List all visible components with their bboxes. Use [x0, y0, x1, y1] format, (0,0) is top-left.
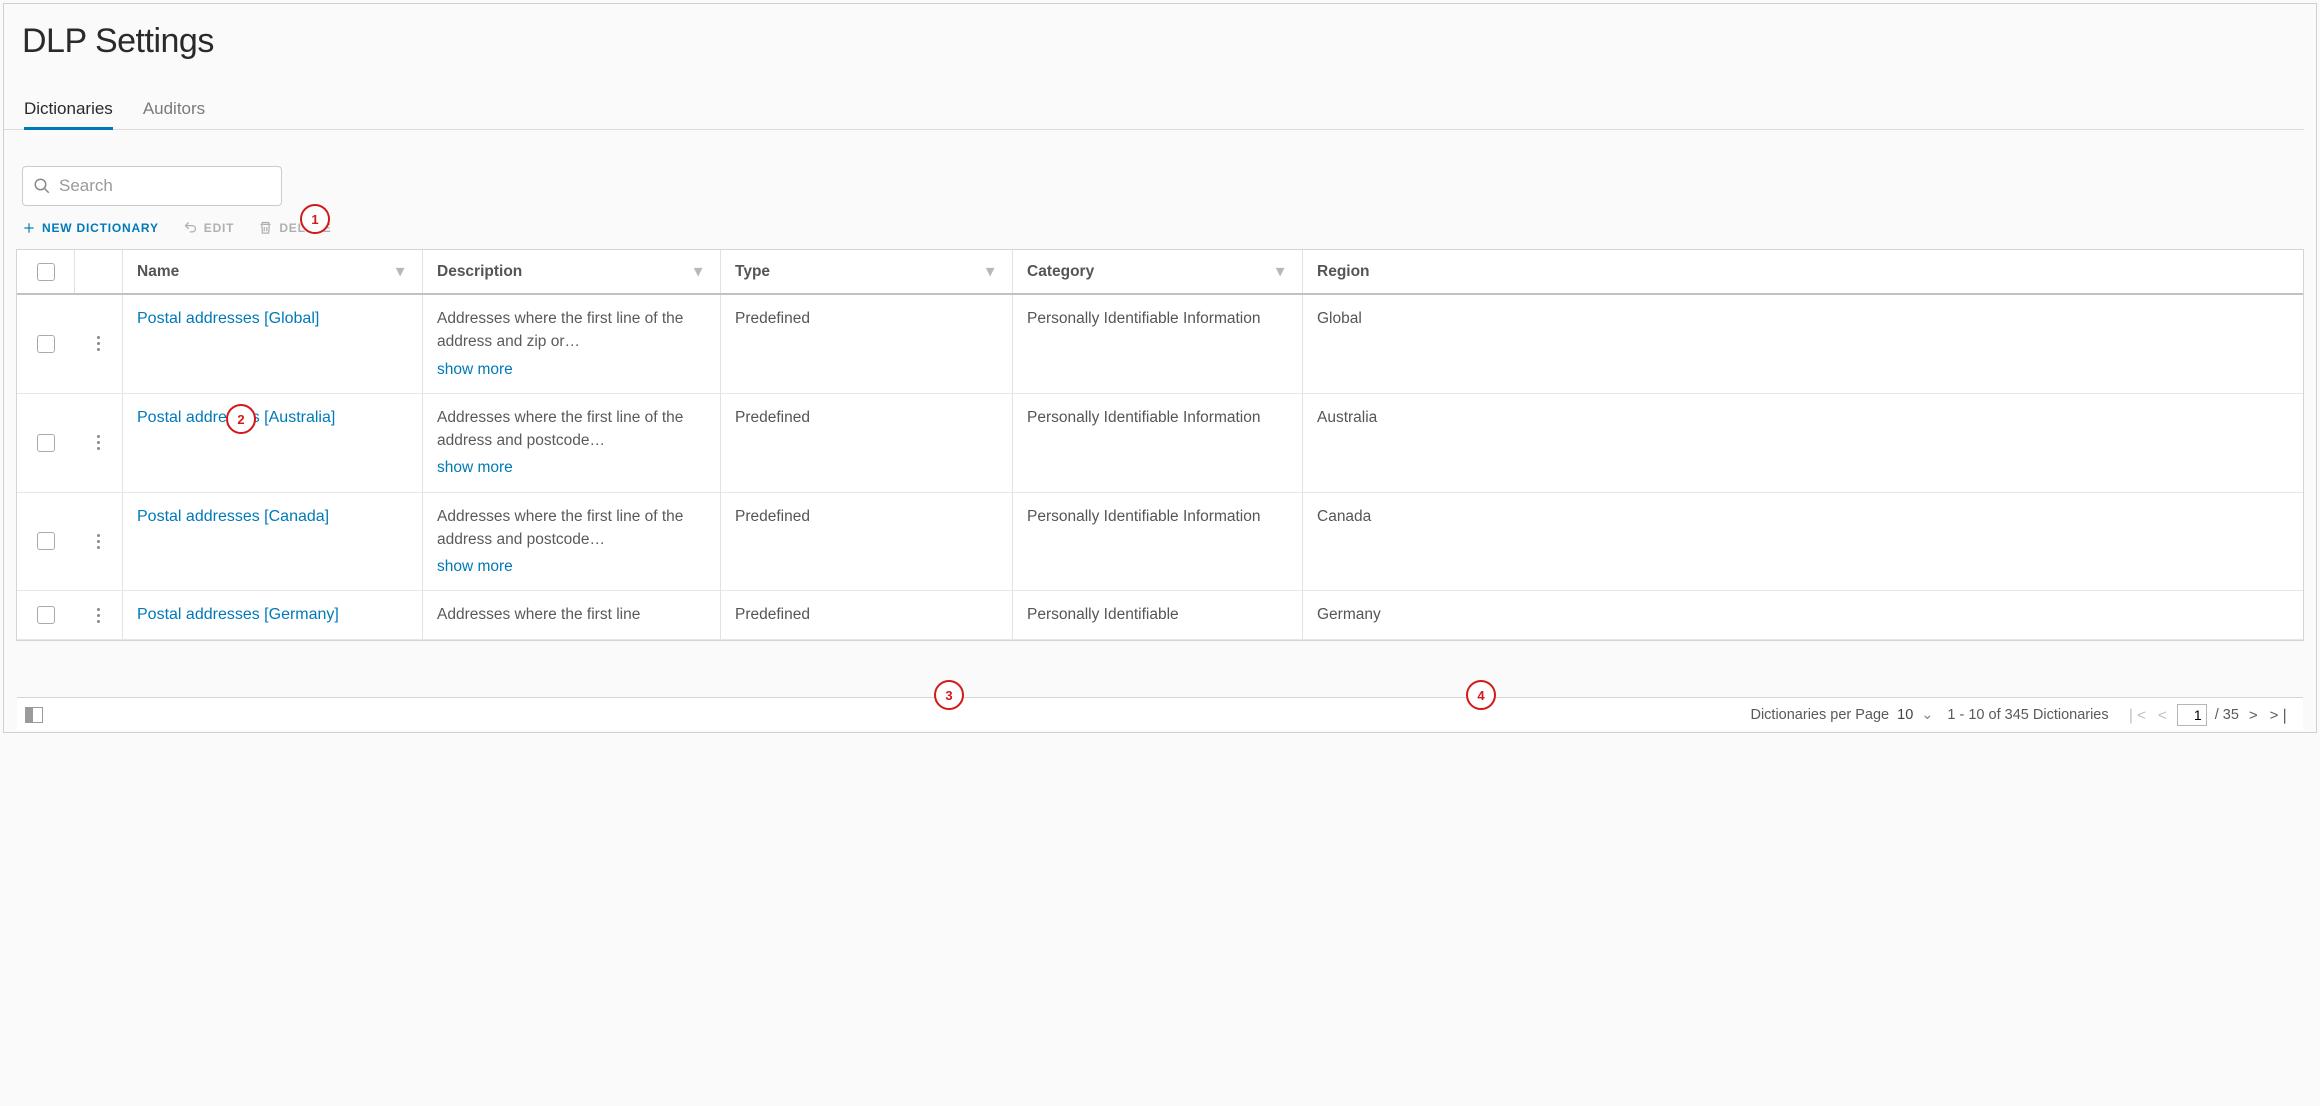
kebab-icon[interactable] [97, 435, 100, 450]
cell-category: Personally Identifiable Information [1013, 394, 1303, 492]
pager: Dictionaries per Page 10 ⌄ 1 - 10 of 345… [1750, 704, 2293, 726]
row-checkbox[interactable] [37, 532, 55, 550]
header-type[interactable]: Type▾ [721, 250, 1013, 293]
undo-icon [183, 220, 198, 235]
cell-category: Personally Identifiable Information [1013, 493, 1303, 591]
page-size-value[interactable]: 10 [1897, 707, 1913, 723]
table-row: Postal addresses [Global] Addresses wher… [17, 295, 2303, 394]
new-dictionary-label: NEW DICTIONARY [42, 221, 159, 235]
new-dictionary-button[interactable]: NEW DICTIONARY [22, 221, 159, 235]
header-name[interactable]: Name▾ [123, 250, 423, 293]
header-actions-cell [75, 250, 123, 293]
kebab-icon[interactable] [97, 534, 100, 549]
select-all-checkbox[interactable] [37, 263, 55, 281]
dictionary-link[interactable]: Postal addresses [Global] [137, 310, 319, 327]
next-page-button[interactable]: > [2247, 705, 2260, 726]
cell-description: Addresses where the first line [423, 591, 721, 639]
show-more-link[interactable]: show more [437, 358, 706, 381]
cell-name: Postal addresses [Canada] [123, 493, 423, 591]
table-footer: Dictionaries per Page 10 ⌄ 1 - 10 of 345… [17, 697, 2303, 730]
search-input[interactable] [59, 176, 271, 196]
cell-name: Postal addresses [Australia] [123, 394, 423, 492]
show-more-link[interactable]: show more [437, 555, 706, 578]
chevron-down-icon[interactable]: ⌄ [1921, 707, 1933, 723]
cell-name: Postal addresses [Global] [123, 295, 423, 393]
kebab-icon[interactable] [97, 336, 100, 351]
tab-dictionaries[interactable]: Dictionaries [24, 99, 113, 129]
app-frame: DLP Settings Dictionaries Auditors NEW D… [3, 3, 2317, 733]
page-input[interactable] [2177, 704, 2207, 726]
annotation-2: 2 [226, 404, 256, 434]
cell-type: Predefined [721, 493, 1013, 591]
range-text: 1 - 10 of 345 Dictionaries [1947, 707, 2108, 723]
cell-region: Australia [1303, 394, 2303, 492]
row-checkbox-cell [17, 394, 75, 492]
last-page-button[interactable]: >❘ [2268, 704, 2293, 726]
row-checkbox[interactable] [37, 434, 55, 452]
total-pages: / 35 [2215, 707, 2239, 723]
search-box[interactable] [22, 166, 282, 206]
table-row: Postal addresses [Canada] Addresses wher… [17, 493, 2303, 592]
header-checkbox-cell [17, 250, 75, 293]
column-picker-icon[interactable] [25, 707, 43, 723]
plus-icon [22, 221, 36, 235]
cell-description: Addresses where the first line of the ad… [423, 493, 721, 591]
row-checkbox-cell [17, 493, 75, 591]
row-actions-cell [75, 493, 123, 591]
annotation-4: 4 [1466, 680, 1496, 710]
search-row [4, 130, 2316, 206]
pager-nav: ❘< < / 35 > >❘ [2123, 704, 2293, 726]
edit-button: EDIT [183, 220, 235, 235]
page-size-label: Dictionaries per Page [1750, 707, 1889, 723]
kebab-icon[interactable] [97, 608, 100, 623]
header-description[interactable]: Description▾ [423, 250, 721, 293]
table-header: Name▾ Description▾ Type▾ Category▾ Regio… [17, 250, 2303, 295]
table-body: Postal addresses [Global] Addresses wher… [17, 295, 2303, 640]
search-icon [33, 177, 51, 195]
row-checkbox[interactable] [37, 335, 55, 353]
tab-auditors[interactable]: Auditors [143, 99, 205, 129]
cell-region: Germany [1303, 591, 2303, 639]
cell-name: Postal addresses [Germany] [123, 591, 423, 639]
row-checkbox[interactable] [37, 606, 55, 624]
show-more-link[interactable]: show more [437, 456, 706, 479]
cell-description: Addresses where the first line of the ad… [423, 295, 721, 393]
annotation-3: 3 [934, 680, 964, 710]
row-actions-cell [75, 591, 123, 639]
edit-label: EDIT [204, 221, 235, 235]
cell-type: Predefined [721, 394, 1013, 492]
dictionaries-table: Name▾ Description▾ Type▾ Category▾ Regio… [16, 249, 2304, 641]
cell-region: Global [1303, 295, 2303, 393]
row-checkbox-cell [17, 591, 75, 639]
row-actions-cell [75, 394, 123, 492]
header-category[interactable]: Category▾ [1013, 250, 1303, 293]
header-region[interactable]: Region [1303, 250, 2303, 293]
prev-page-button[interactable]: < [2156, 705, 2169, 726]
dictionary-link[interactable]: Postal addresses [Canada] [137, 508, 329, 525]
cell-category: Personally Identifiable [1013, 591, 1303, 639]
filter-icon[interactable]: ▾ [986, 262, 994, 281]
first-page-button[interactable]: ❘< [2123, 704, 2148, 726]
cell-type: Predefined [721, 591, 1013, 639]
row-actions-cell [75, 295, 123, 393]
table-row: Postal addresses [Australia] Addresses w… [17, 394, 2303, 493]
filter-icon[interactable]: ▾ [396, 262, 404, 281]
dictionary-link[interactable]: Postal addresses [Germany] [137, 606, 339, 623]
page-size: Dictionaries per Page 10 ⌄ [1750, 707, 1933, 723]
filter-icon[interactable]: ▾ [694, 262, 702, 281]
action-bar: NEW DICTIONARY EDIT DELETE [4, 206, 2316, 249]
cell-category: Personally Identifiable Information [1013, 295, 1303, 393]
trash-icon [258, 220, 273, 235]
annotation-1: 1 [300, 204, 330, 234]
filter-icon[interactable]: ▾ [1276, 262, 1284, 281]
table-row: Postal addresses [Germany] Addresses whe… [17, 591, 2303, 640]
cell-description: Addresses where the first line of the ad… [423, 394, 721, 492]
row-checkbox-cell [17, 295, 75, 393]
page-title: DLP Settings [4, 4, 2316, 61]
tabs: Dictionaries Auditors [4, 61, 2304, 130]
cell-region: Canada [1303, 493, 2303, 591]
cell-type: Predefined [721, 295, 1013, 393]
